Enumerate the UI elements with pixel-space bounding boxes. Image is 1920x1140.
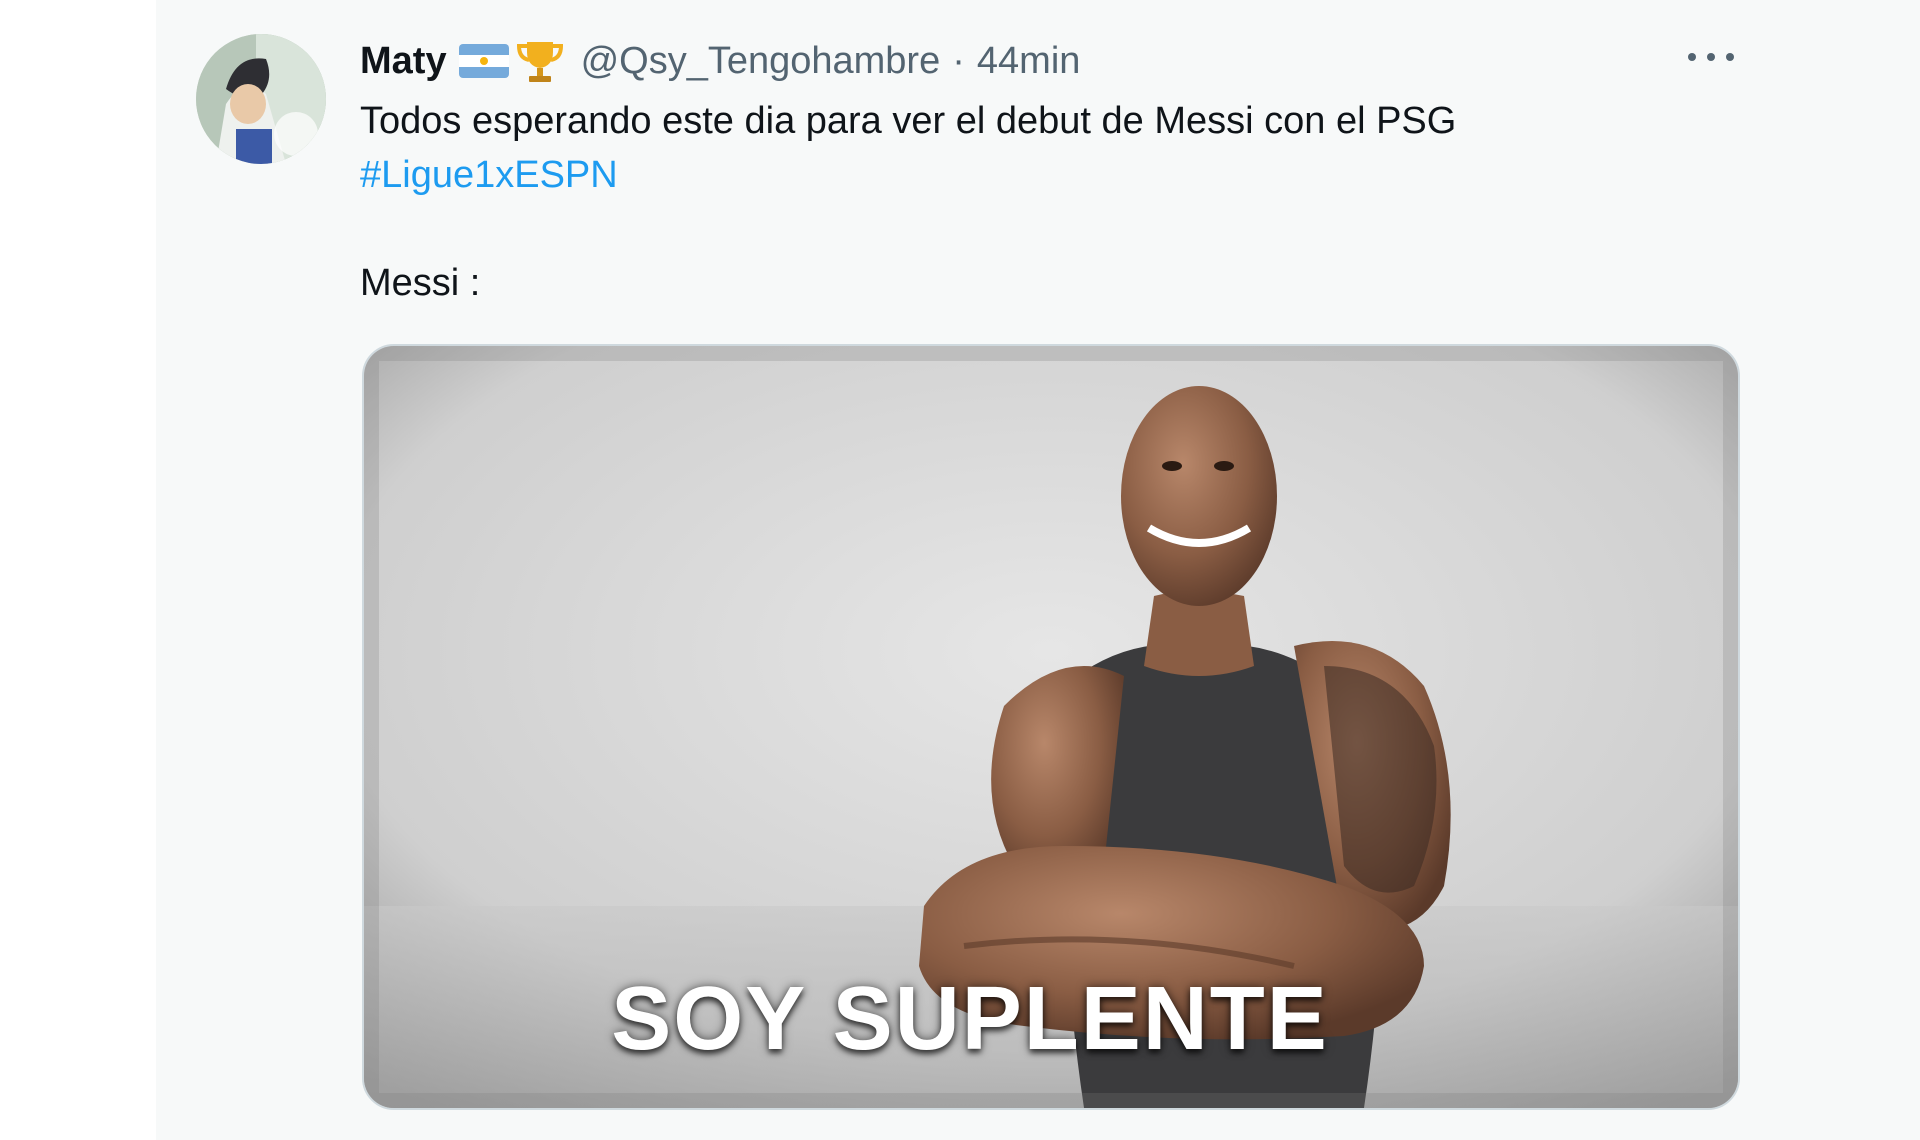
display-name[interactable]: Maty xyxy=(360,40,447,83)
separator-dot: · xyxy=(952,39,965,82)
argentina-flag-icon xyxy=(458,44,509,78)
user-handle[interactable]: @Qsy_Tengohambre xyxy=(581,40,941,83)
avatar[interactable] xyxy=(196,34,326,164)
timestamp[interactable]: 44min xyxy=(977,40,1081,83)
more-options-icon[interactable] xyxy=(1688,42,1734,72)
tweet-header: Maty @Qsy_Tengohambre · 44min xyxy=(360,36,1080,86)
avatar-image xyxy=(196,34,326,164)
trophy-icon xyxy=(515,38,565,84)
tweet-text-line: Todos esperando este dia para ver el deb… xyxy=(360,100,1457,142)
tweet-text-line: Messi : xyxy=(360,262,481,304)
hashtag-link[interactable]: #Ligue1xESPN xyxy=(360,154,618,196)
meme-caption: SOY SUPLENTE xyxy=(611,969,1329,1069)
tweet-text: Todos esperando este dia para ver el deb… xyxy=(360,94,1740,310)
